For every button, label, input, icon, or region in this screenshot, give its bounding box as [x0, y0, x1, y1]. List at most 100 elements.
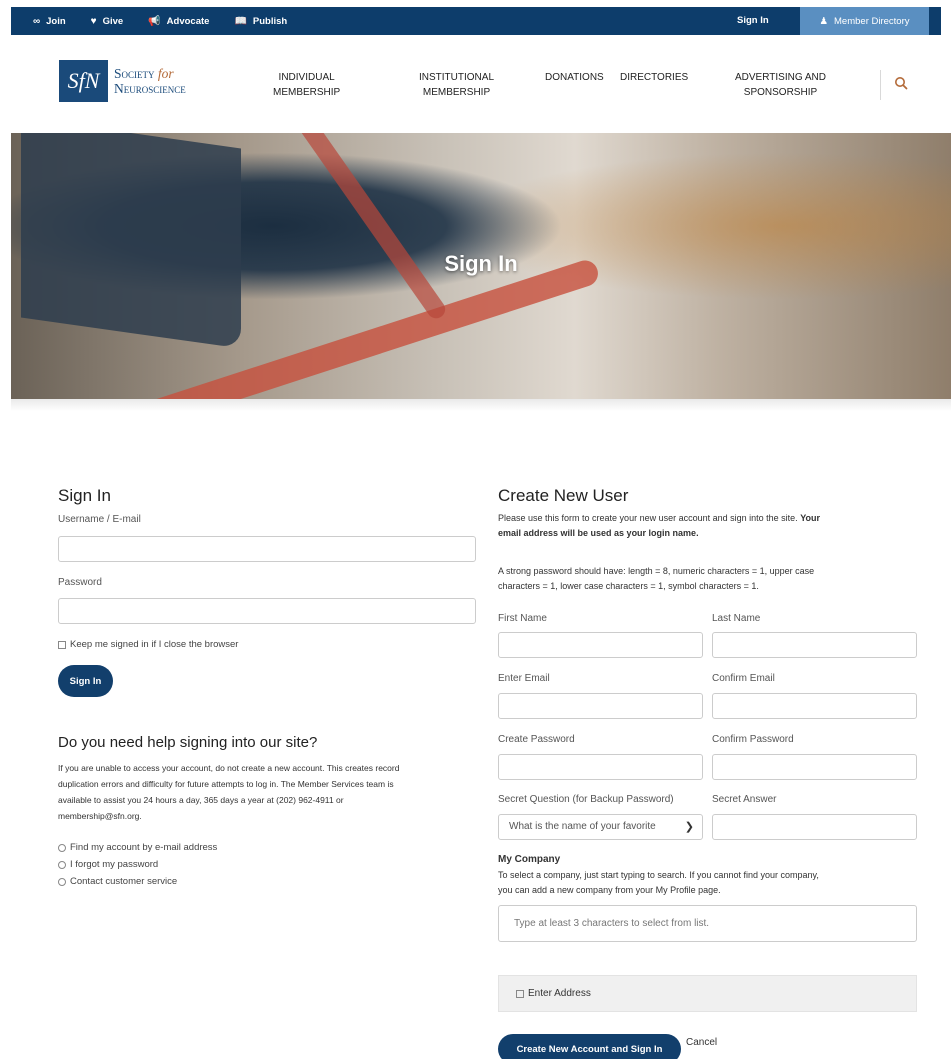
nav-divider	[880, 70, 881, 100]
radio-button[interactable]	[58, 877, 66, 886]
company-help-line: you can add a new company from your My P…	[498, 885, 721, 895]
cancel-link[interactable]: Cancel	[686, 1037, 717, 1048]
nav-line: ADVERTISING AND	[735, 72, 826, 83]
sign-in-heading: Sign In	[58, 486, 111, 505]
member-directory-label: Member Directory	[834, 15, 910, 27]
help-heading: Do you need help signing into our site?	[58, 734, 318, 751]
enter-email-input[interactable]	[498, 693, 703, 719]
username-label: Username / E-mail	[58, 514, 141, 525]
first-name-input[interactable]	[498, 632, 703, 658]
contact-service-option[interactable]: Contact customer service	[58, 876, 177, 887]
create-password-label: Create Password	[498, 734, 575, 745]
help-line: available to assist you 24 hours a day, …	[58, 795, 344, 805]
option-label: I forgot my password	[70, 859, 159, 870]
confirm-password-label: Confirm Password	[712, 734, 794, 745]
hero-title: Sign In	[444, 251, 518, 276]
keep-signed-in-checkbox[interactable]: Keep me signed in if I close the browser	[58, 639, 238, 650]
last-name-label: Last Name	[712, 613, 761, 624]
publish-link[interactable]: 📖 Publish	[234, 16, 287, 27]
nav-individual-membership[interactable]: INDIVIDUAL MEMBERSHIP	[273, 70, 340, 100]
confirm-password-input[interactable]	[712, 754, 917, 780]
nav-directories[interactable]: DIRECTORIES	[620, 70, 688, 85]
secret-question-select[interactable]: What is the name of your favorite ❯	[498, 814, 703, 840]
enter-address-label: Enter Address	[528, 988, 591, 999]
create-user-heading: Create New User	[498, 486, 629, 505]
user-icon: ♟	[819, 15, 829, 27]
nav-line: SPONSORSHIP	[743, 87, 818, 98]
secret-answer-label: Secret Answer	[712, 794, 777, 805]
nav-line: INDIVIDUAL	[278, 72, 335, 83]
password-rules: A strong password should have: length = …	[498, 564, 923, 594]
logo-society: Society	[114, 66, 155, 81]
give-link[interactable]: ♥ Give	[91, 16, 124, 27]
advocate-link[interactable]: 📢 Advocate	[148, 16, 209, 27]
create-password-input[interactable]	[498, 754, 703, 780]
nav-line: MEMBERSHIP	[422, 87, 491, 98]
option-label: Find my account by e-mail address	[70, 842, 218, 853]
forgot-password-option[interactable]: I forgot my password	[58, 859, 158, 870]
logo-for: for	[157, 66, 174, 81]
nav-line: MEMBERSHIP	[273, 87, 341, 98]
hero-image-ribbon	[273, 133, 449, 322]
nav-line: INSTITUTIONAL	[419, 72, 495, 83]
company-search-input[interactable]: Type at least 3 characters to select fro…	[498, 905, 917, 942]
create-account-button[interactable]: Create New Account and Sign In	[498, 1034, 681, 1059]
chevron-down-icon: ❯	[684, 821, 694, 833]
company-help: To select a company, just start typing t…	[498, 868, 923, 898]
help-paragraph: If you are unable to access your account…	[58, 760, 478, 824]
last-name-input[interactable]	[712, 632, 917, 658]
radio-button[interactable]	[58, 860, 66, 869]
confirm-email-input[interactable]	[712, 693, 917, 719]
hero-image-shape	[21, 133, 241, 349]
nav-institutional-membership[interactable]: INSTITUTIONAL MEMBERSHIP	[419, 70, 494, 100]
password-label: Password	[58, 577, 102, 588]
utility-links: ∞ Join ♥ Give 📢 Advocate 📖 Publish	[33, 7, 312, 35]
username-input[interactable]	[58, 536, 476, 562]
publish-label: Publish	[252, 15, 288, 27]
search-icon[interactable]	[894, 76, 908, 93]
enter-email-label: Enter Email	[498, 673, 550, 684]
logo-text: Society for Neuroscience	[114, 66, 186, 96]
top-sign-in-link[interactable]: Sign In	[737, 7, 769, 35]
member-directory-button[interactable]: ♟ Member Directory	[800, 7, 929, 35]
pw-rule-line: A strong password should have: length = …	[498, 566, 815, 576]
join-link[interactable]: ∞ Join	[33, 16, 66, 27]
sign-in-button[interactable]: Sign In	[58, 665, 113, 697]
my-company-heading: My Company	[498, 854, 561, 865]
company-help-line: To select a company, just start typing t…	[498, 870, 819, 880]
hero-shadow	[11, 399, 951, 411]
intro-bold: email address will be used as your login…	[498, 528, 699, 538]
join-label: Join	[46, 15, 66, 27]
create-intro: Please use this form to create your new …	[498, 511, 923, 541]
book-icon: 📖	[234, 15, 247, 27]
radio-button[interactable]	[58, 843, 66, 852]
sfn-logo[interactable]: SfN Society for Neuroscience	[59, 60, 186, 102]
help-line: membership@sfn.org.	[58, 811, 142, 821]
find-account-option[interactable]: Find my account by e-mail address	[58, 842, 217, 853]
secret-answer-input[interactable]	[712, 814, 917, 840]
intro-bold: Your	[800, 513, 821, 523]
password-input[interactable]	[58, 598, 476, 624]
logo-mark: SfN	[59, 60, 108, 102]
secret-question-label: Secret Question (for Backup Password)	[498, 794, 674, 805]
logo-neuroscience: Neuroscience	[114, 81, 186, 96]
give-label: Give	[102, 15, 124, 27]
nav-advertising-sponsorship[interactable]: ADVERTISING AND SPONSORSHIP	[735, 70, 826, 100]
option-label: Contact customer service	[70, 876, 178, 887]
hero-banner: Sign In	[11, 133, 951, 399]
nav-donations[interactable]: DONATIONS	[545, 70, 604, 85]
top-utility-bar: ∞ Join ♥ Give 📢 Advocate 📖 Publish Sign In ♟…	[11, 7, 941, 35]
help-line: If you are unable to access your account…	[58, 763, 400, 773]
megaphone-icon: 📢	[148, 15, 161, 27]
join-icon: ∞	[33, 15, 41, 27]
checkbox-box[interactable]	[516, 989, 524, 998]
enter-address-toggle[interactable]: Enter Address	[498, 975, 917, 1012]
intro-text: Please use this form to create your new …	[498, 513, 798, 523]
keep-signed-in-label: Keep me signed in if I close the browser	[70, 639, 239, 650]
confirm-email-label: Confirm Email	[712, 673, 775, 684]
checkbox-box[interactable]	[58, 640, 66, 649]
secret-question-value: What is the name of your favorite	[509, 821, 656, 832]
first-name-label: First Name	[498, 613, 547, 624]
pw-rule-line: characters = 1, lower case characters = …	[498, 581, 759, 591]
help-line: duplication errors and difficulty for fu…	[58, 779, 394, 789]
